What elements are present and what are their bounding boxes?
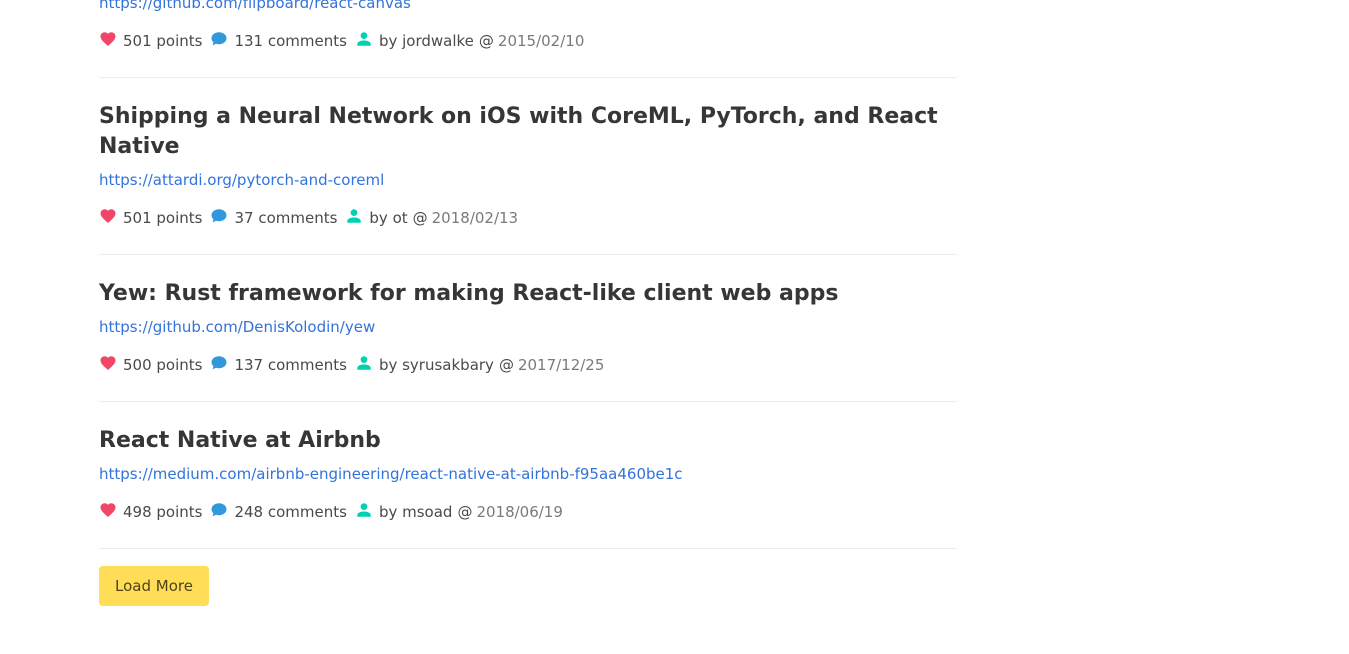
points-count: 498 points <box>123 503 203 521</box>
at-sign: @ <box>457 503 473 521</box>
points-count: 501 points <box>123 32 203 50</box>
points-count: 500 points <box>123 356 203 374</box>
story-item: React Native at Airbnb https://medium.co… <box>99 402 957 549</box>
story-meta: 501 points 37 comments by ot @ 2018/02/1… <box>99 207 957 254</box>
story-meta: 498 points 248 comments by msoad @ 2018/… <box>99 501 957 548</box>
points: 498 points <box>99 501 202 523</box>
post-date: 2015/02/10 <box>497 32 585 50</box>
story-meta: 500 points 137 comments by syrusakbary @… <box>99 354 957 401</box>
heart-icon <box>99 30 117 48</box>
comments-count: 137 comments <box>234 356 347 374</box>
user-icon <box>355 354 373 372</box>
comments: 131 comments <box>210 30 347 52</box>
story-item: https://github.com/flipboard/react-canva… <box>99 0 957 78</box>
story-link[interactable]: https://attardi.org/pytorch-and-coreml <box>99 170 957 190</box>
at-sign: @ <box>478 32 494 50</box>
comments-count: 131 comments <box>234 32 347 50</box>
story-item: Shipping a Neural Network on iOS with Co… <box>99 78 957 255</box>
points-count: 501 points <box>123 209 203 227</box>
author: by ot @ 2018/02/13 <box>345 207 518 229</box>
comments: 137 comments <box>210 354 347 376</box>
at-sign: @ <box>412 209 428 227</box>
author-name: by ot <box>369 209 408 227</box>
comment-icon <box>210 30 228 48</box>
user-icon <box>355 501 373 519</box>
heart-icon <box>99 354 117 372</box>
story-title: React Native at Airbnb <box>99 428 381 453</box>
story-item: Yew: Rust framework for making React-lik… <box>99 255 957 402</box>
comment-icon <box>210 354 228 372</box>
points: 501 points <box>99 207 202 229</box>
heart-icon <box>99 207 117 225</box>
author-name: by jordwalke <box>378 32 474 50</box>
comment-icon <box>210 501 228 519</box>
author-name: by syrusakbary <box>378 356 494 374</box>
story-title: Yew: Rust framework for making React-lik… <box>99 281 839 306</box>
comments-count: 248 comments <box>234 503 347 521</box>
heart-icon <box>99 501 117 519</box>
comments-count: 37 comments <box>234 209 338 227</box>
author: by syrusakbary @ 2017/12/25 <box>355 354 604 376</box>
author-name: by msoad <box>378 503 453 521</box>
story-link[interactable]: https://github.com/DenisKolodin/yew <box>99 317 957 337</box>
story-link[interactable]: https://github.com/flipboard/react-canva… <box>99 0 957 13</box>
comment-icon <box>210 207 228 225</box>
post-date: 2018/06/19 <box>476 503 563 521</box>
story-link[interactable]: https://medium.com/airbnb-engineering/re… <box>99 464 957 484</box>
story-list: https://github.com/flipboard/react-canva… <box>99 0 957 549</box>
story-meta: 501 points 131 comments by jordwalke @ 2… <box>99 30 957 77</box>
load-more-button[interactable]: Load More <box>99 566 209 606</box>
post-date: 2018/02/13 <box>431 209 519 227</box>
user-icon <box>345 207 363 225</box>
at-sign: @ <box>498 356 514 374</box>
story-title: Shipping a Neural Network on iOS with Co… <box>99 104 938 159</box>
comments: 37 comments <box>210 207 337 229</box>
author: by jordwalke @ 2015/02/10 <box>355 30 584 52</box>
comments: 248 comments <box>210 501 347 523</box>
author: by msoad @ 2018/06/19 <box>355 501 563 523</box>
page: https://github.com/flipboard/react-canva… <box>0 0 1349 654</box>
post-date: 2017/12/25 <box>517 356 605 374</box>
points: 501 points <box>99 30 202 52</box>
points: 500 points <box>99 354 202 376</box>
user-icon <box>355 30 373 48</box>
